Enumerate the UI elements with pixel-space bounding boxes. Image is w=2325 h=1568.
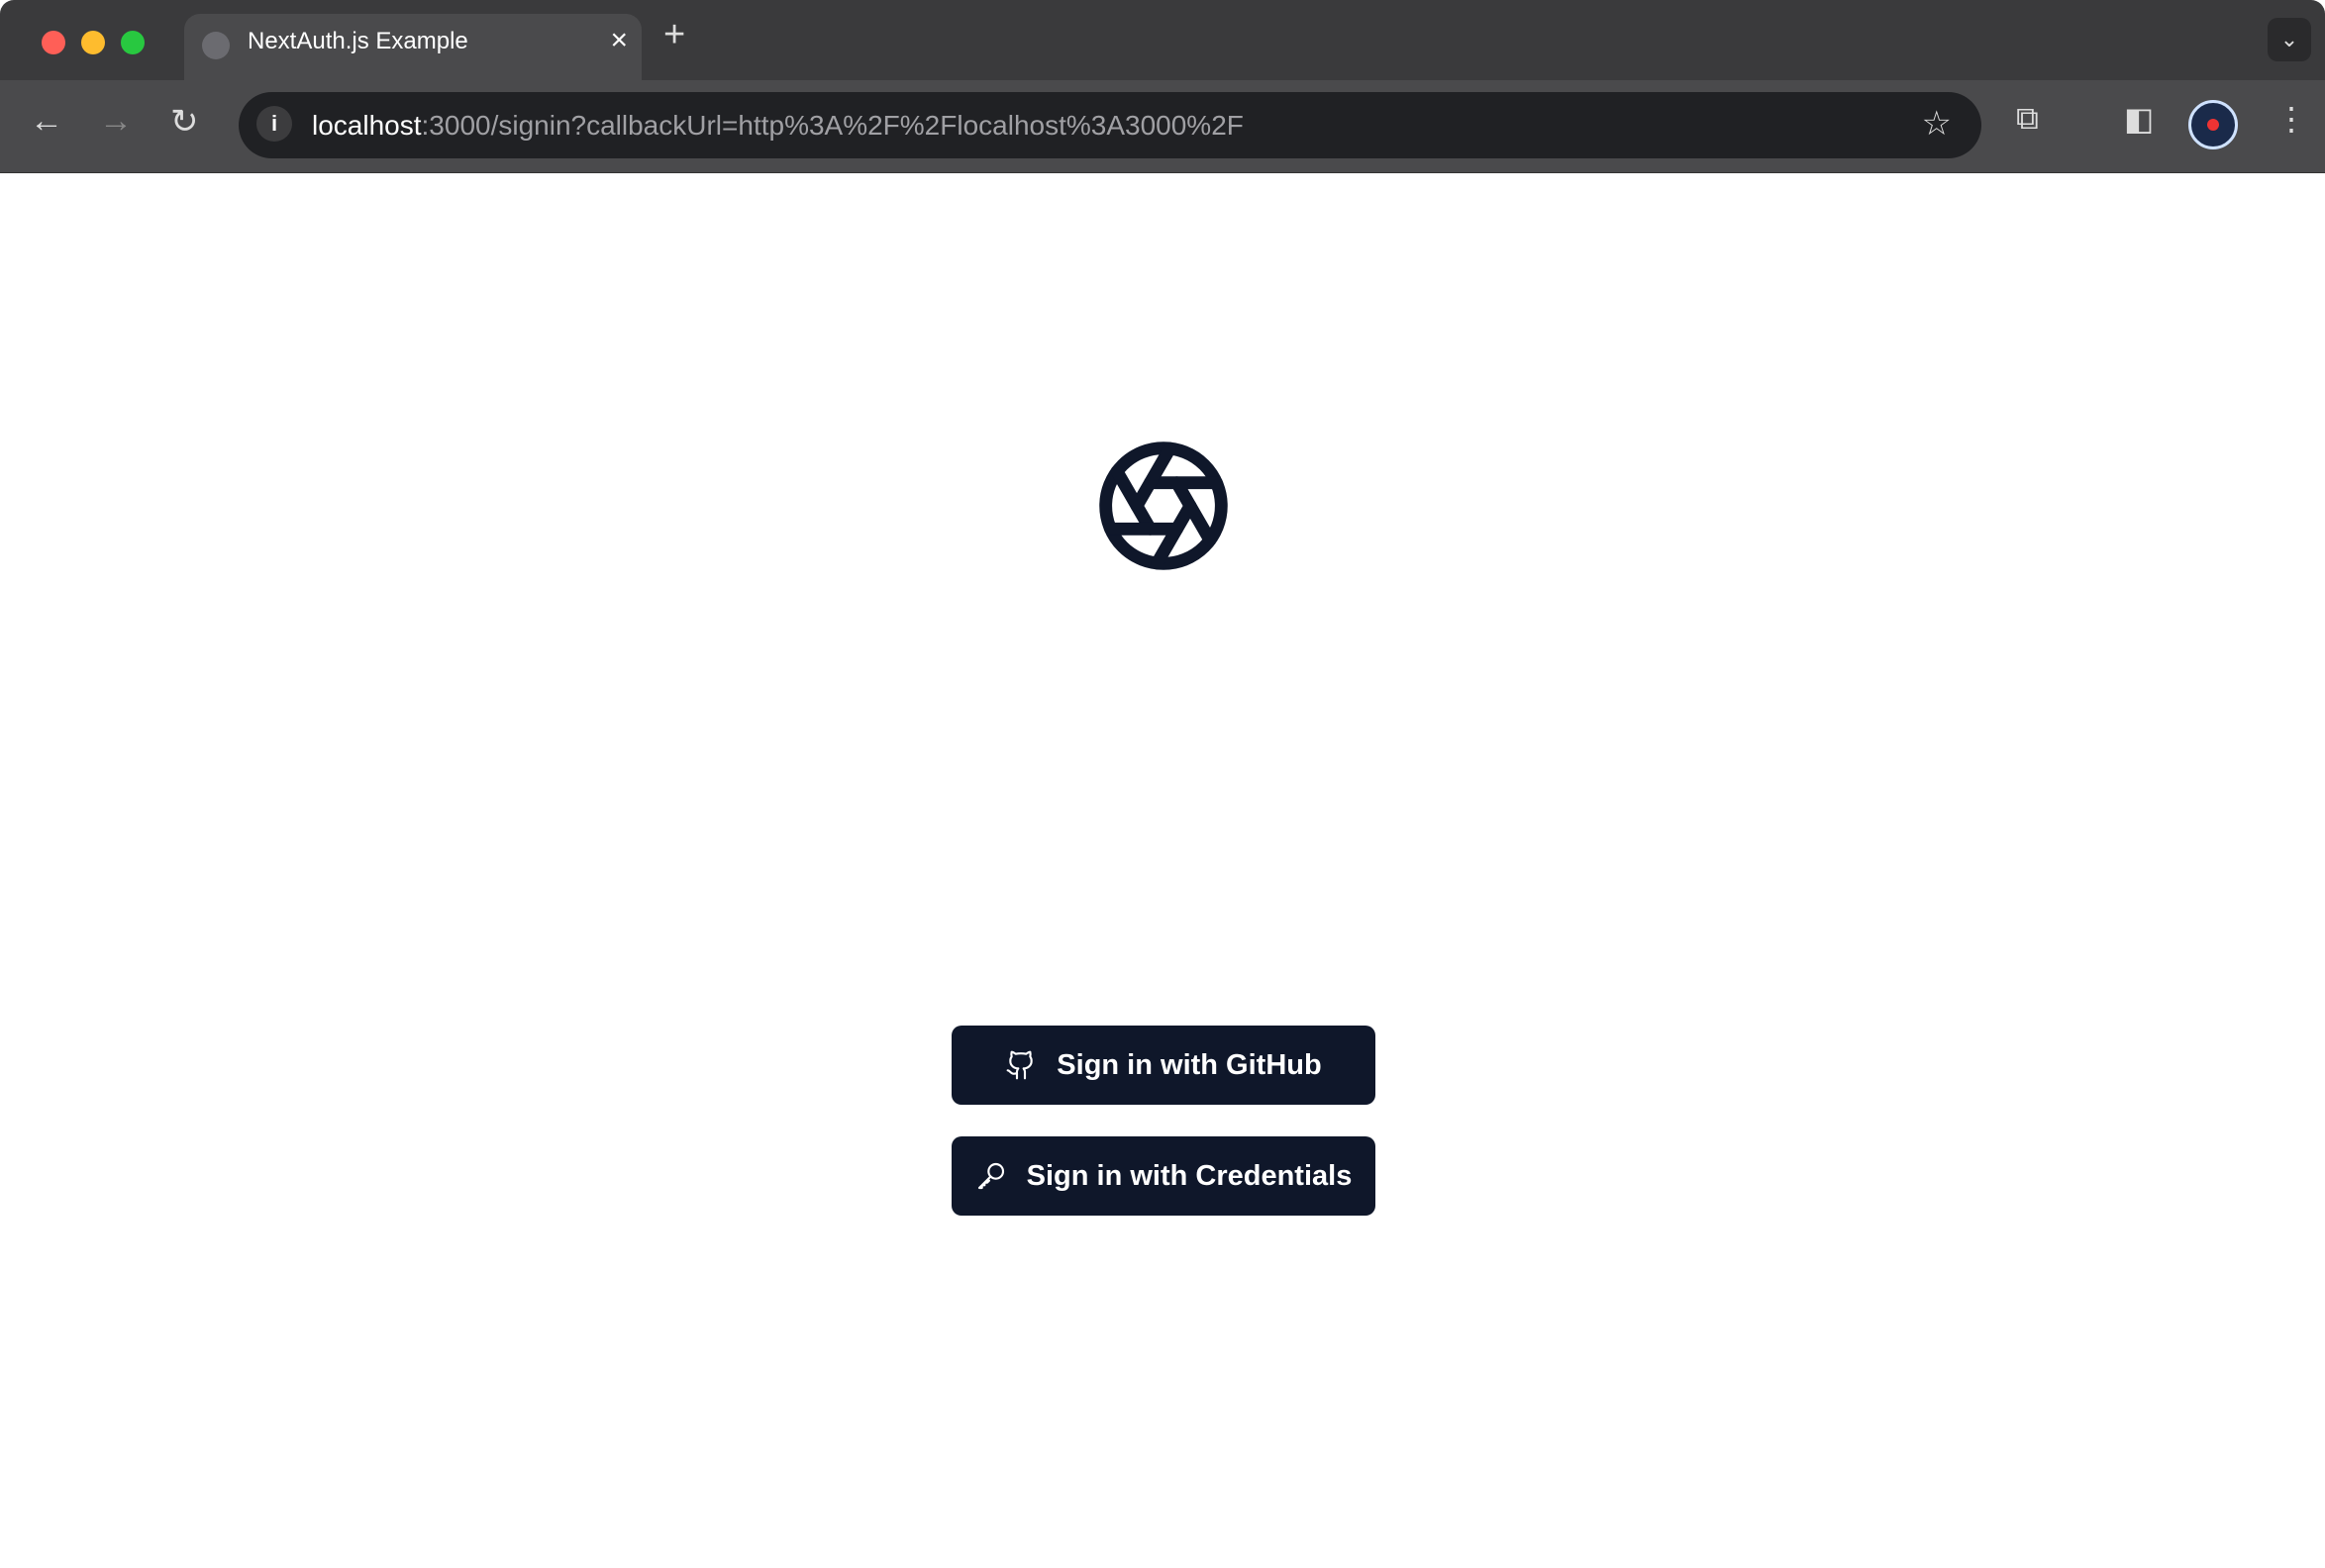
url-text[interactable]: localhost:3000/signin?callbackUrl=http%3… [312, 110, 1244, 142]
tab-title: NextAuth.js Example [248, 28, 468, 54]
reload-icon[interactable]: ↻ [170, 102, 199, 142]
side-panel-icon[interactable]: ◧ [2124, 100, 2154, 138]
info-icon[interactable]: i [256, 106, 292, 142]
more-menu-icon[interactable]: ⋮ [2275, 100, 2307, 138]
github-icon [1006, 1050, 1034, 1080]
chevron-down-icon[interactable]: ⌄ [2268, 18, 2311, 61]
extensions-icon[interactable]: ⧉ [2016, 100, 2039, 138]
back-icon[interactable]: ← [30, 102, 63, 141]
forward-icon[interactable]: → [99, 102, 133, 141]
close-window-button[interactable] [42, 31, 65, 54]
sign-in-credentials-button[interactable]: Sign in with Credentials [952, 1136, 1375, 1216]
avatar[interactable] [2188, 100, 2238, 149]
key-icon [977, 1162, 1004, 1190]
tab-bar: NextAuth.js Example × + ⌄ [0, 0, 2325, 80]
globe-icon [202, 32, 230, 59]
new-tab-icon[interactable]: + [663, 14, 685, 56]
browser-toolbar: ← → ↻ i localhost:3000/signin?callbackUr… [0, 80, 2325, 173]
tab-active[interactable]: NextAuth.js Example × [184, 14, 642, 80]
aperture-icon [1099, 441, 1228, 570]
sign-in-credentials-label: Sign in with Credentials [1026, 1159, 1353, 1192]
sign-in-github-label: Sign in with GitHub [1057, 1048, 1322, 1081]
minimize-window-button[interactable] [81, 31, 105, 54]
maximize-window-button[interactable] [121, 31, 145, 54]
address-bar[interactable]: i localhost:3000/signin?callbackUrl=http… [239, 92, 1981, 158]
bookmark-star-icon[interactable]: ☆ [1922, 104, 1952, 144]
sign-in-github-button[interactable]: Sign in with GitHub [952, 1026, 1375, 1105]
close-tab-icon[interactable]: × [610, 24, 628, 57]
